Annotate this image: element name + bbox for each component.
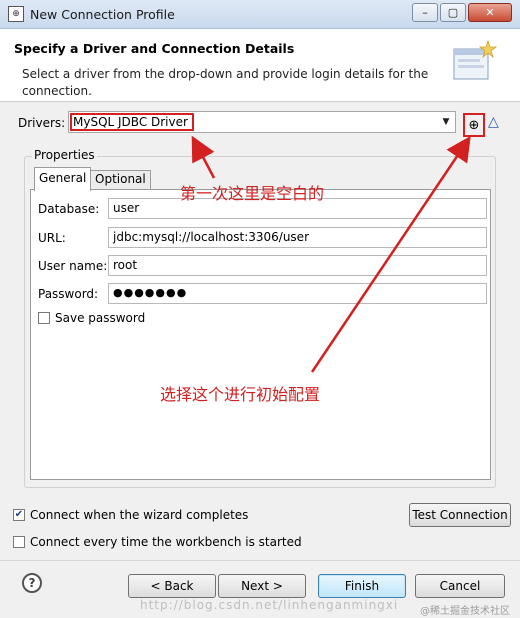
banner-title: Specify a Driver and Connection Details [14, 41, 295, 56]
wizard-banner: Specify a Driver and Connection Details … [0, 29, 520, 102]
maximize-button[interactable]: ▢ [440, 3, 466, 22]
cancel-button[interactable]: Cancel [415, 574, 505, 598]
minimize-button[interactable]: – [412, 3, 438, 22]
annotation-select-to-init: 选择这个进行初始配置 [160, 385, 321, 404]
test-connection-button[interactable]: Test Connection [409, 503, 511, 527]
banner-description: Select a driver from the drop-down and p… [22, 67, 429, 98]
tab-optional[interactable]: Optional [90, 170, 151, 190]
password-label: Password: [38, 287, 99, 301]
close-button[interactable]: ✕ [468, 3, 512, 22]
tab-general[interactable]: General [34, 167, 92, 191]
watermark-tag: @稀土掘金技术社区 [420, 606, 510, 617]
properties-label: Properties [32, 148, 97, 162]
warning-triangle-icon[interactable]: △ [488, 114, 499, 130]
wizard-banner-icon [453, 39, 498, 80]
username-field[interactable]: root [108, 255, 487, 276]
drivers-selected-value: MySQL JDBC Driver [73, 115, 188, 129]
connect-on-startup-label: Connect every time the workbench is star… [30, 535, 302, 549]
connect-on-startup-checkbox[interactable] [13, 536, 25, 548]
next-button[interactable]: Next > [218, 574, 306, 598]
save-password-label: Save password [55, 311, 146, 325]
finish-button[interactable]: Finish [318, 574, 406, 598]
button-bar-divider [0, 560, 520, 561]
drivers-select[interactable]: MySQL JDBC Driver ▼ [68, 111, 456, 133]
connect-on-finish-label: Connect when the wizard completes [30, 508, 249, 522]
title-bar: ⊕ New Connection Profile – ▢ ✕ [0, 0, 520, 29]
drivers-label: Drivers: [18, 116, 66, 130]
new-driver-icon[interactable]: ⊕ [463, 113, 485, 137]
window-title: New Connection Profile [30, 7, 175, 22]
dropdown-arrow-icon[interactable]: ▼ [438, 113, 454, 131]
password-field[interactable]: ●●●●●●● [108, 283, 487, 304]
app-icon: ⊕ [8, 6, 24, 22]
database-label: Database: [38, 202, 100, 216]
username-label: User name: [38, 259, 108, 273]
save-password-checkbox[interactable] [38, 312, 50, 324]
help-icon[interactable]: ? [22, 573, 42, 593]
url-label: URL: [38, 231, 66, 245]
url-field[interactable]: jdbc:mysql://localhost:3306/user [108, 227, 487, 248]
connect-on-finish-checkbox[interactable]: ✔ [13, 509, 25, 521]
watermark-url: http://blog.csdn.net/linhenganmingxi [140, 598, 399, 612]
back-button[interactable]: < Back [128, 574, 216, 598]
annotation-first-time-blank: 第一次这里是空白的 [180, 184, 325, 203]
